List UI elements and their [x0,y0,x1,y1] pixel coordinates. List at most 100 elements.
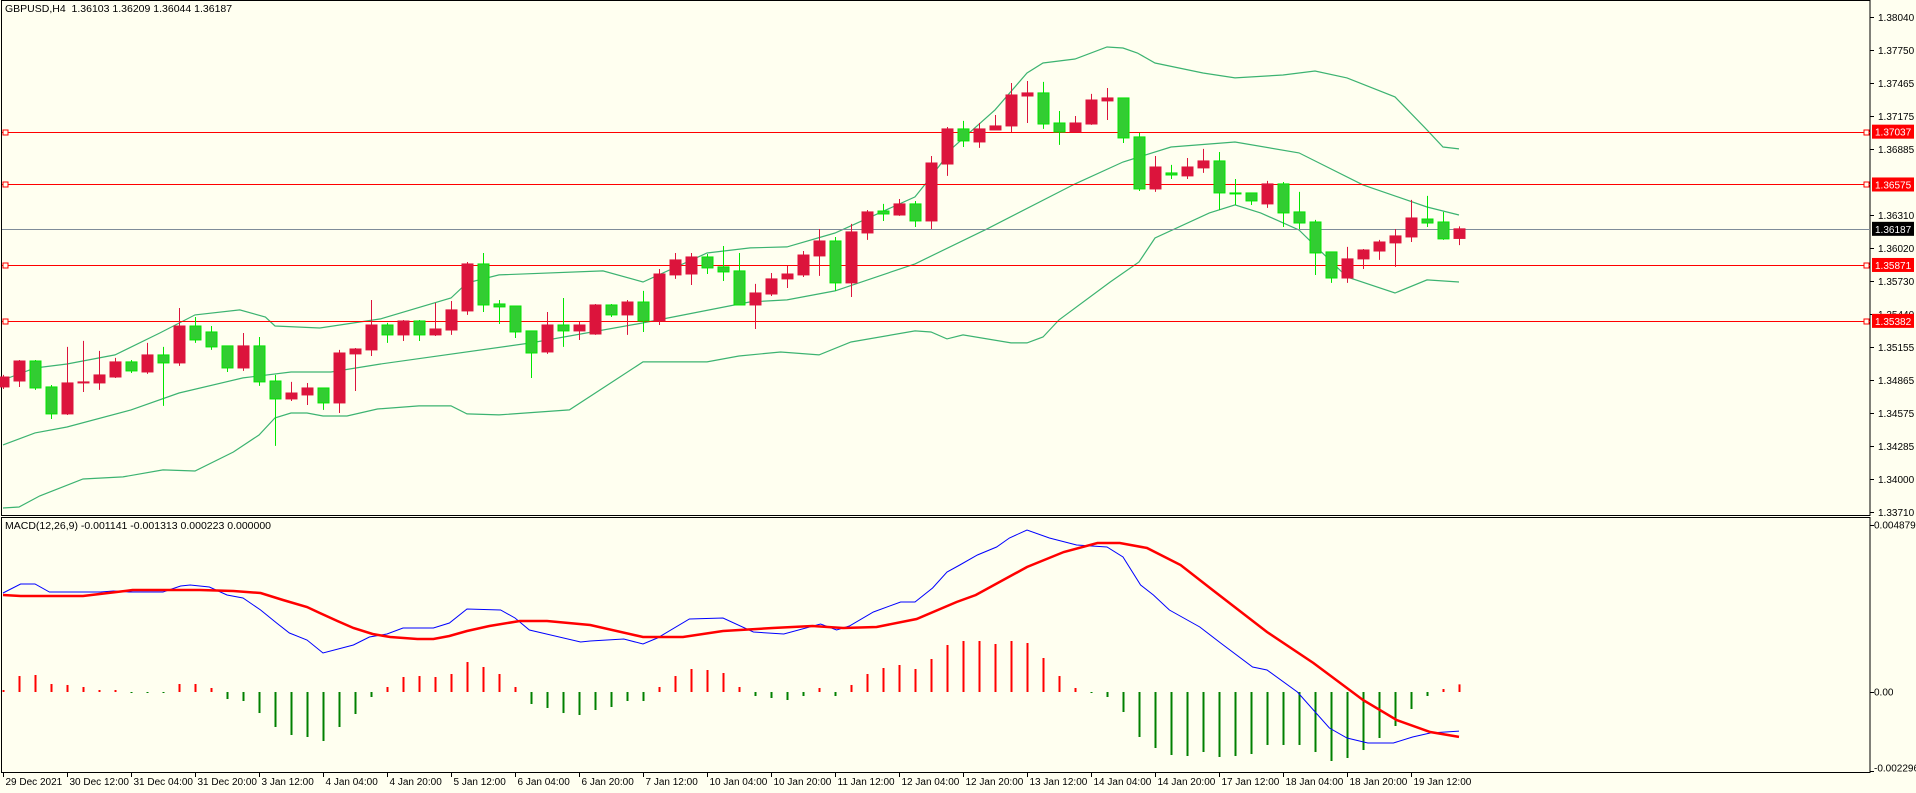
bollinger-bands [2,46,1460,509]
bull-candle-body [429,328,442,336]
bull-candle-body [173,325,186,364]
bull-candle-body [1197,160,1210,169]
time-tick-label: 11 Jan 12:00 [838,777,896,788]
bear-candle-body [29,360,42,389]
bull-candle-body [845,231,858,284]
level-price-label: 1.37037 [1875,128,1912,139]
bull-candle-body [797,254,810,276]
bull-candle-body [349,348,362,355]
bear-candle-body [477,263,490,306]
level-price-label: 1.35382 [1875,317,1912,328]
level-anchor-left[interactable] [2,262,9,269]
bull-candle-body [0,376,10,388]
time-tick-label: 14 Jan 04:00 [1094,777,1152,788]
level-anchor-right[interactable] [1863,129,1870,136]
horizontal-levels[interactable] [2,129,1870,325]
time-tick-label: 13 Jan 12:00 [1030,777,1088,788]
price-tick-label: 1.34285 [1878,442,1915,453]
price-tick-label: 1.36020 [1878,244,1915,255]
time-tick-label: 18 Jan 20:00 [1350,777,1408,788]
pane-frames [1,0,1871,773]
bear-candle-body [1325,251,1338,279]
time-tick-label: 4 Jan 04:00 [326,777,379,788]
chart-canvas[interactable]: 1.38040 1.37750 1.37465 1.37175 1.36885 1.363… [0,0,1916,793]
bear-candle-body [605,304,618,316]
level-anchor-right[interactable] [1863,318,1870,325]
time-tick-label: 31 Dec 04:00 [134,777,194,788]
bear-candle-body [1133,136,1146,190]
time-tick-label: 29 Dec 2021 [6,777,63,788]
bull-candle-body [77,381,90,384]
macd-signal-line [2,541,1460,739]
bull-candle-body [1405,217,1418,238]
macd-tick-label: 0.004879 [1874,521,1916,532]
time-tick-label: 10 Jan 04:00 [710,777,768,788]
bear-candle-body [493,303,506,308]
bull-candle-body [973,128,986,143]
bear-candle-body [909,203,922,222]
time-tick-label: 17 Jan 12:00 [1222,777,1280,788]
bear-candle-body [1309,221,1322,254]
macd-indicator [2,529,1461,762]
macd-pane-frame [1,517,1871,773]
macd-tick-label: -0.002296 [1874,764,1916,775]
current-price-label: 1.36187 [1875,225,1912,236]
bear-candle-body [1421,218,1434,224]
bull-candle-body [765,278,778,295]
bull-candle-body [445,309,458,331]
price-tick-label: 1.38040 [1878,13,1915,24]
macd-title: MACD(12,26,9) -0.001141 -0.001313 0.0002… [5,520,271,532]
bull-candle-body [893,203,906,216]
bull-candle-body [781,273,794,280]
bull-candle-body [989,125,1002,131]
bull-candle-body [669,259,682,276]
level-anchor-right[interactable] [1863,262,1870,269]
bear-candle-body [125,361,138,372]
bear-candle-body [189,325,202,341]
level-anchor-right[interactable] [1863,181,1870,188]
bull-candle-body [141,354,154,373]
bull-candle-body [333,352,346,404]
bear-candle-body [157,354,170,364]
bear-candle-body [509,305,522,333]
time-tick-label: 30 Dec 12:00 [70,777,130,788]
chart-title: GBPUSD,H4 1.36103 1.36209 1.36044 1.3618… [5,3,232,15]
macd-name: MACD(12,26,9) [5,520,78,532]
bull-candle-body [925,162,938,222]
time-tick-label: 12 Jan 04:00 [902,777,960,788]
middle-band [2,141,1460,446]
bull-candle-body [589,304,602,335]
level-anchor-left[interactable] [2,318,9,325]
time-tick-label: 7 Jan 12:00 [646,777,699,788]
bull-candle-body [237,345,250,369]
candles [0,81,1466,446]
price-tick-label: 1.35730 [1878,277,1915,288]
level-price-label: 1.36575 [1875,180,1912,191]
macd-values: -0.001141 -0.001313 0.000223 0.000000 [80,520,272,532]
level-anchor-left[interactable] [2,181,9,188]
bear-candle-body [1437,221,1450,240]
bull-candle-body [1341,258,1354,279]
bull-candle-body [13,360,26,382]
bull-candle-body [621,301,634,316]
bear-candle-body [717,266,730,273]
bear-candle-body [877,210,890,215]
symbol-timeframe: GBPUSD,H4 [5,3,66,15]
bull-candle-body [541,324,554,353]
bull-candle-body [1085,99,1098,125]
time-tick-label: 19 Jan 12:00 [1414,777,1472,788]
bull-candle-body [109,361,122,378]
bull-candle-body [1389,235,1402,244]
price-tick-label: 1.37465 [1878,79,1915,90]
time-tick-label: 12 Jan 20:00 [966,777,1024,788]
bull-candle-body [573,324,586,332]
bear-candle-body [1053,122,1066,133]
bear-candle-body [413,320,426,336]
time-tick-label: 31 Dec 20:00 [198,777,258,788]
bull-candle-body [301,387,314,396]
time-tick-label: 18 Jan 04:00 [1286,777,1344,788]
level-anchor-left[interactable] [2,129,9,136]
bull-candle-body [1069,122,1082,133]
bear-candle-body [1213,160,1226,194]
bear-candle-body [557,324,570,332]
